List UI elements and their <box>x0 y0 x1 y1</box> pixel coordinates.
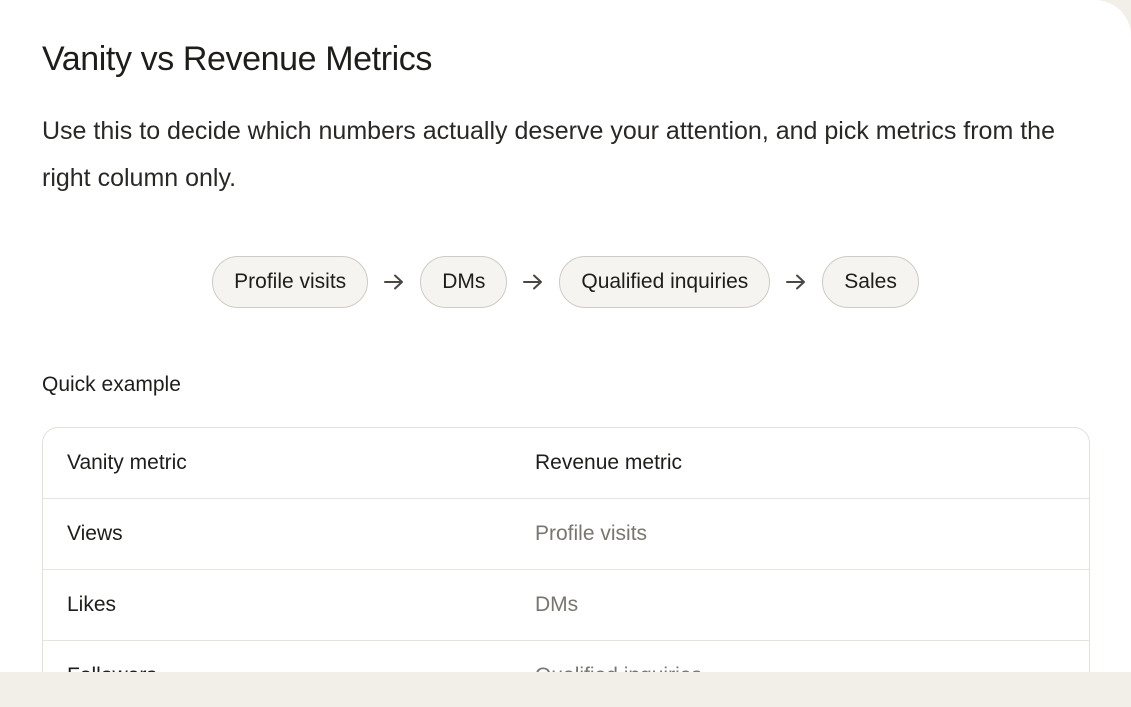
metric-flow: Profile visits DMs Qualified inquiries S… <box>0 255 1131 309</box>
arrow-right-icon <box>368 274 420 290</box>
metrics-table: Vanity metric Revenue metric Views Profi… <box>42 427 1090 672</box>
column-header-vanity: Vanity metric <box>67 451 187 474</box>
table-row: Followers Qualified inquiries <box>43 641 1089 672</box>
table-row: Views Profile visits <box>43 499 1089 570</box>
table-row: Likes DMs <box>43 570 1089 641</box>
arrow-right-icon <box>507 274 559 290</box>
flow-step-profile-visits: Profile visits <box>212 256 369 308</box>
flow-step-qualified-inquiries: Qualified inquiries <box>559 256 771 308</box>
table-header-row: Vanity metric Revenue metric <box>43 428 1089 499</box>
content-card: Vanity vs Revenue Metrics Use this to de… <box>0 0 1131 672</box>
page-description: Use this to decide which numbers actuall… <box>42 117 1055 192</box>
page-title: Vanity vs Revenue Metrics <box>42 40 432 78</box>
flow-step-dms: DMs <box>420 256 508 308</box>
revenue-cell: Profile visits <box>535 522 648 545</box>
revenue-cell: DMs <box>535 593 579 616</box>
vanity-cell: Views <box>67 522 123 545</box>
vanity-cell: Likes <box>67 593 117 616</box>
vanity-cell: Followers <box>67 664 157 672</box>
revenue-cell: Qualified inquiries <box>535 664 702 672</box>
section-label: Quick example <box>42 373 181 396</box>
flow-step-sales: Sales <box>822 256 919 308</box>
arrow-right-icon <box>770 274 822 290</box>
column-header-revenue: Revenue metric <box>535 451 683 474</box>
